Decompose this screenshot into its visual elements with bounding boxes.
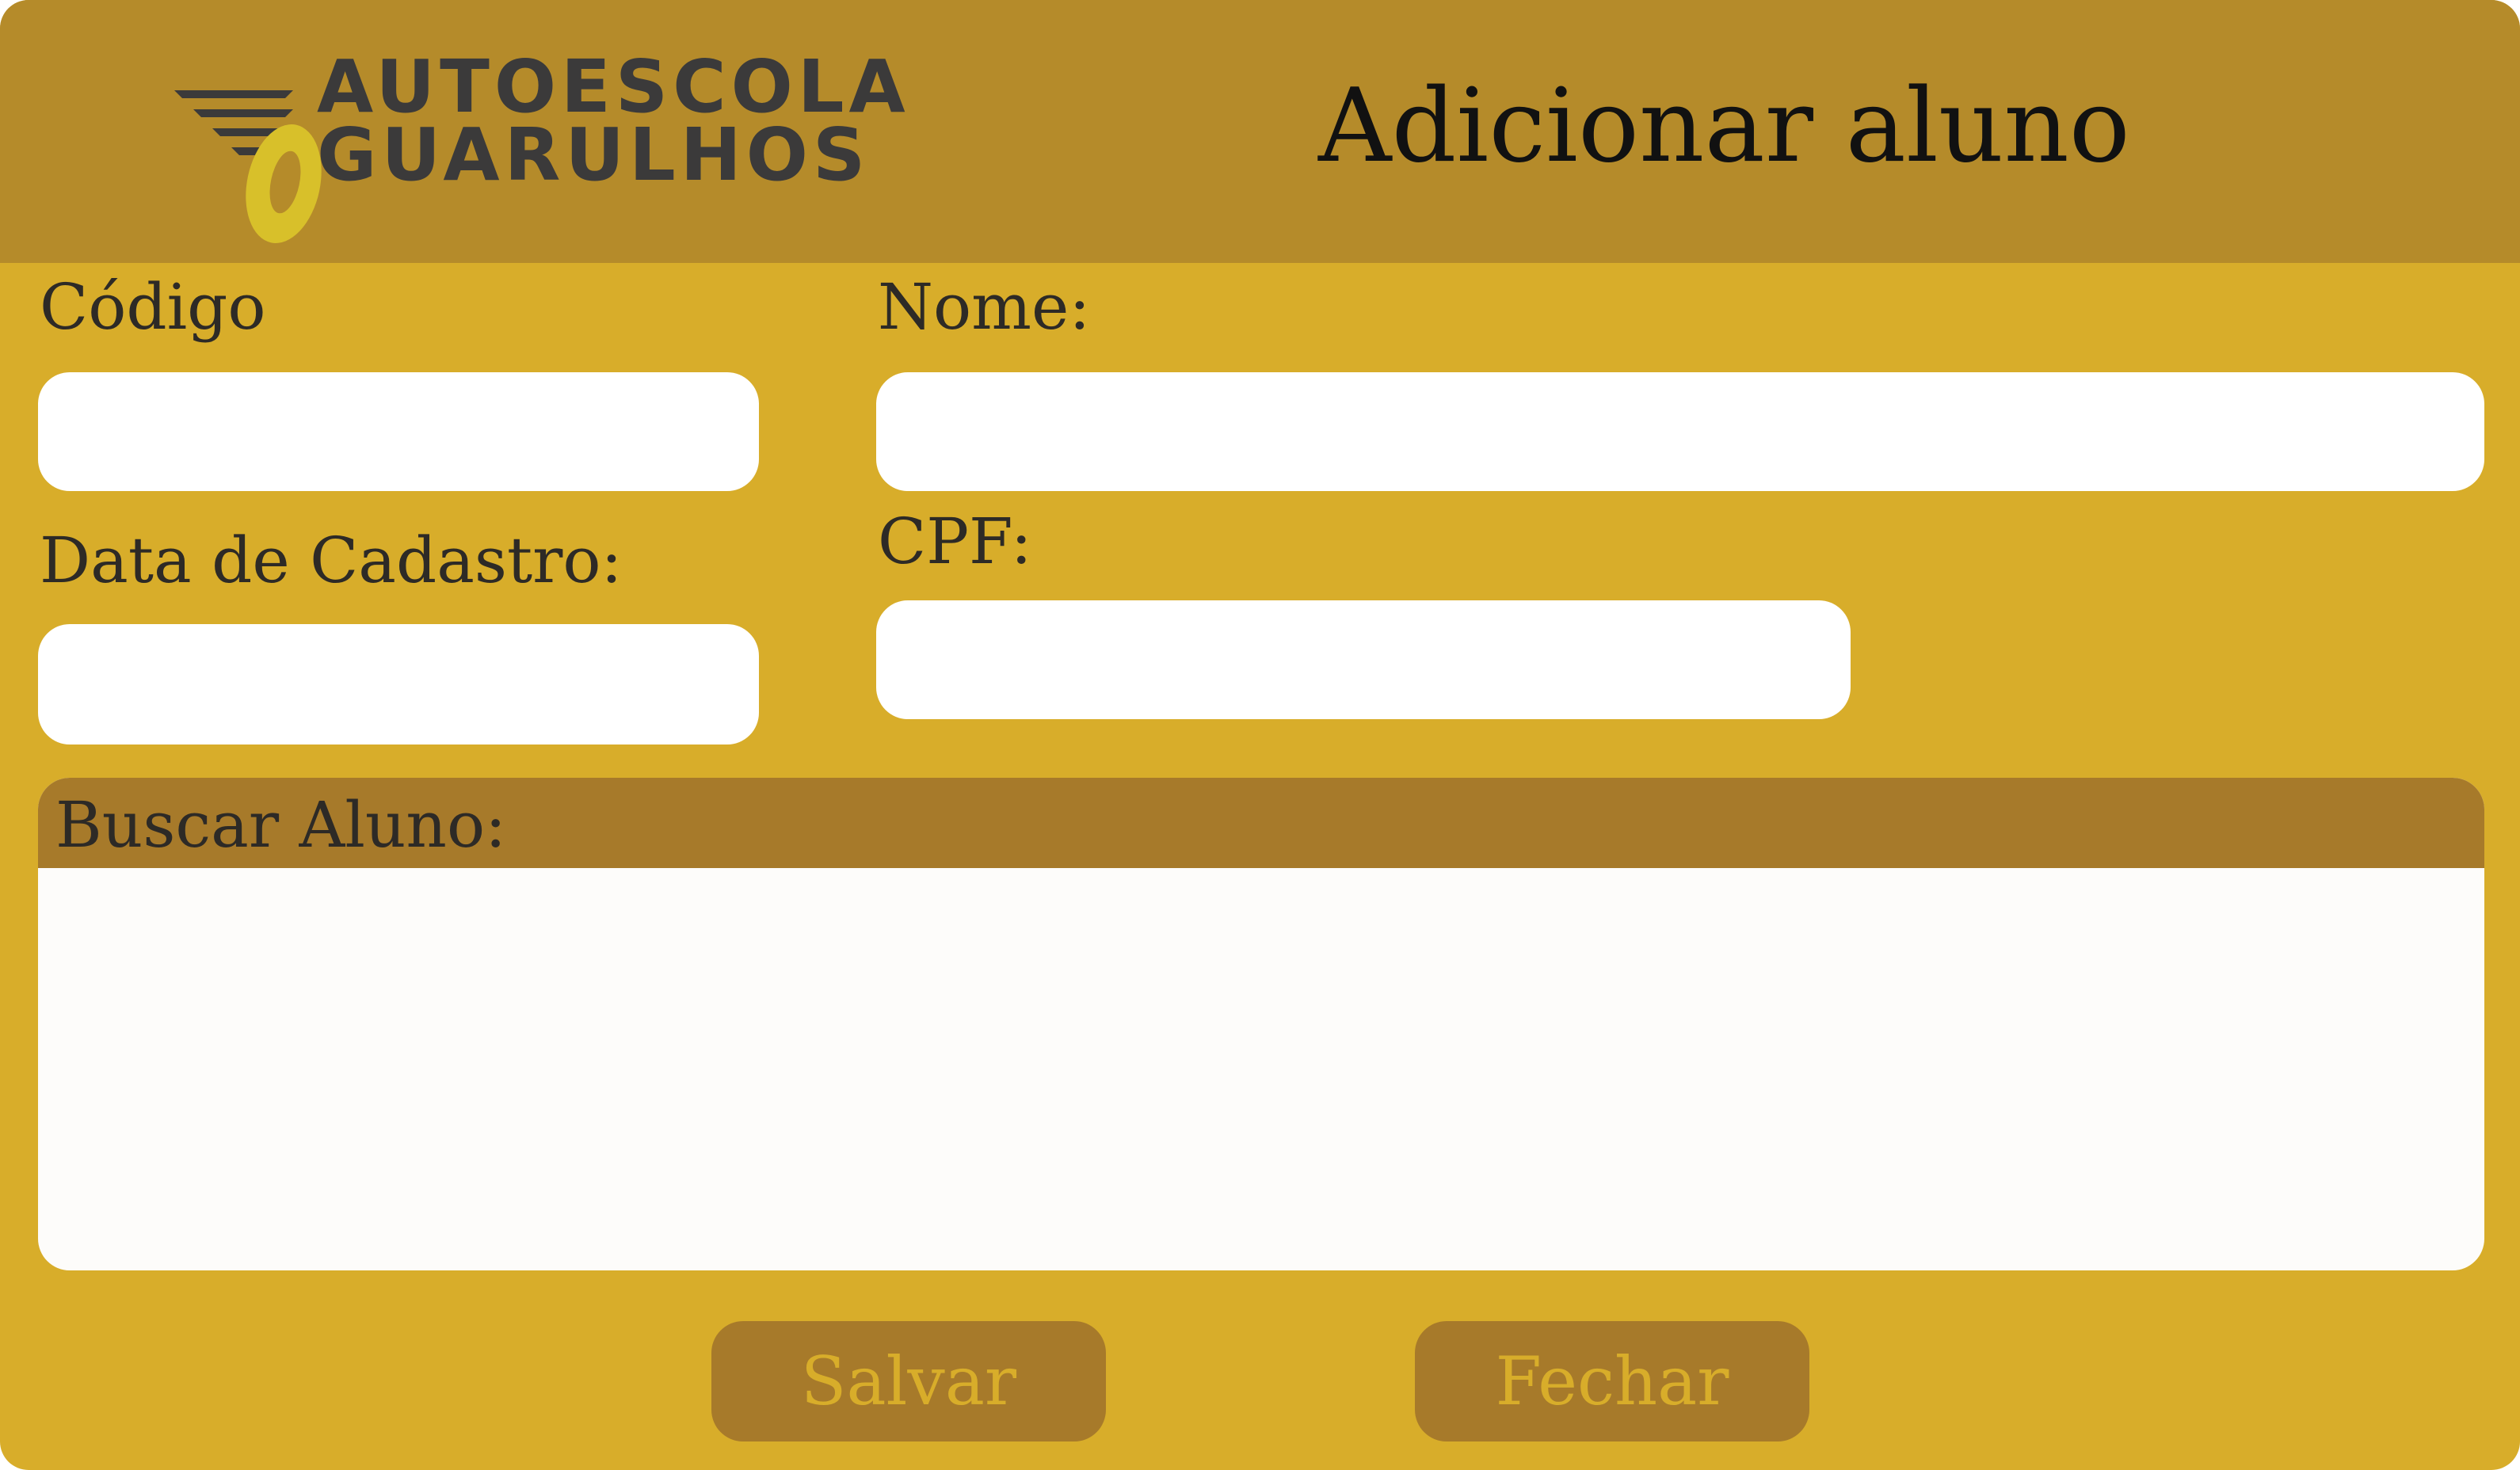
- page-title: Adicionar aluno: [1318, 67, 2130, 185]
- data-cadastro-label: Data de Cadastro:: [40, 524, 623, 597]
- search-panel-header: Buscar Aluno:: [38, 778, 2484, 868]
- nome-field[interactable]: [876, 372, 2484, 491]
- nome-label: Nome:: [878, 270, 1091, 344]
- codigo-field[interactable]: [38, 372, 759, 491]
- cpf-label: CPF:: [878, 505, 1032, 578]
- data-cadastro-field[interactable]: [38, 624, 759, 745]
- wheel-icon: [246, 124, 322, 243]
- search-panel-title: Buscar Aluno:: [55, 788, 507, 862]
- header-bar: AUTOESCOLA GUARULHOS Adicionar aluno: [0, 0, 2520, 263]
- codigo-label: Código: [40, 270, 266, 344]
- cpf-field[interactable]: [876, 600, 1851, 719]
- close-button[interactable]: Fechar: [1415, 1321, 1809, 1441]
- logo-text-line2: GUARULHOS: [317, 112, 871, 197]
- search-results-list[interactable]: [38, 868, 2484, 1270]
- brand-logo: AUTOESCOLA GUARULHOS: [174, 46, 905, 243]
- student-search-panel: Buscar Aluno:: [38, 778, 2484, 1270]
- save-button[interactable]: Salvar: [711, 1321, 1106, 1441]
- add-student-window: AUTOESCOLA GUARULHOS Adicionar aluno Cód…: [0, 0, 2520, 1470]
